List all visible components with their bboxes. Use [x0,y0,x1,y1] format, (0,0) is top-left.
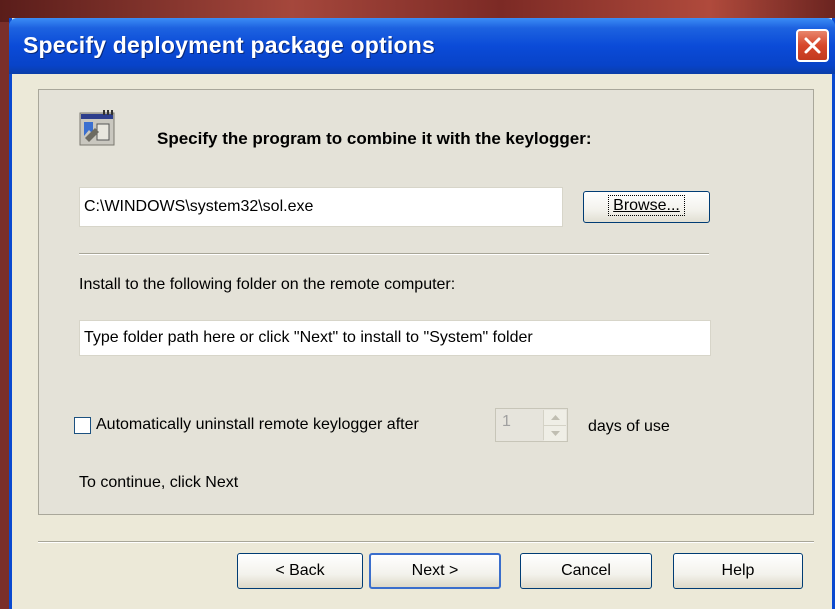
back-button[interactable]: < Back [237,553,363,589]
section-divider [79,253,709,255]
next-button[interactable]: Next > [369,553,501,589]
install-folder-field[interactable]: Type folder path here or click "Next" to… [79,320,711,356]
help-button[interactable]: Help [673,553,803,589]
program-path-field[interactable]: C:\WINDOWS\system32\sol.exe [79,187,563,227]
cancel-button[interactable]: Cancel [520,553,652,589]
title-bar[interactable]: Specify deployment package options [9,18,835,74]
days-spinner[interactable]: 1 [495,408,568,442]
continue-hint: To continue, click Next [79,474,239,491]
spinner-down-button[interactable] [544,426,566,441]
spinner-controls[interactable] [543,410,566,441]
window-title: Specify deployment package options [23,32,435,58]
close-button[interactable] [796,29,829,62]
dialog-window: Specify deployment package options Speci… [9,18,835,609]
program-combine-icon [79,110,115,146]
chevron-down-icon [550,431,560,436]
options-panel: Specify the program to combine it with t… [38,89,814,515]
days-suffix-label: days of use [588,418,670,435]
spinner-up-button[interactable] [544,410,566,426]
browse-button-label: Browse... [608,195,685,216]
close-icon [804,37,821,54]
browse-button[interactable]: Browse... [583,191,710,223]
footer-divider [38,541,814,543]
chevron-up-icon [550,415,560,420]
program-heading: Specify the program to combine it with t… [157,129,592,148]
auto-uninstall-label[interactable]: Automatically uninstall remote keylogger… [96,416,419,434]
install-folder-label: Install to the following folder on the r… [79,276,456,293]
auto-uninstall-checkbox[interactable] [74,417,91,434]
days-value: 1 [502,413,511,430]
